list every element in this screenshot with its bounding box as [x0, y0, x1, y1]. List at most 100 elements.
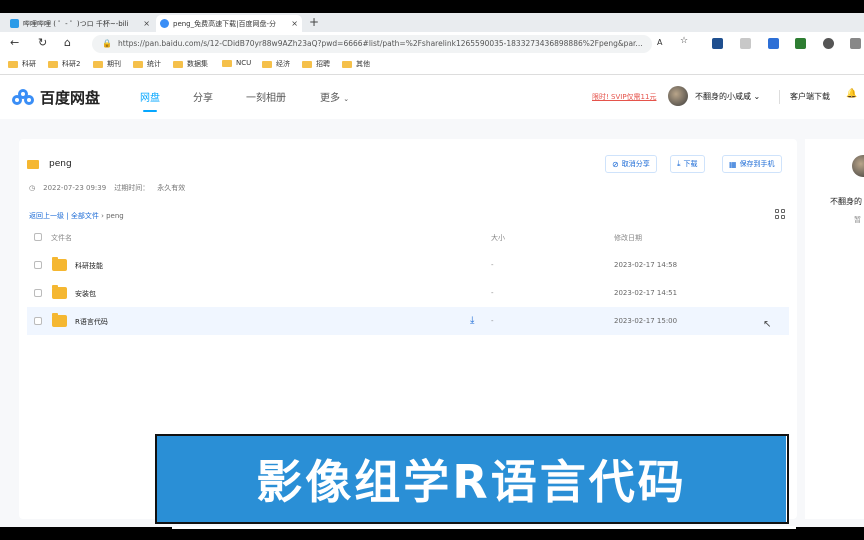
column-name[interactable]: 文件名	[51, 233, 72, 243]
logo[interactable]: 百度网盘	[12, 87, 100, 108]
created-time: 2022-07-23 09:39	[43, 184, 107, 192]
tab-title: peng_免费高速下载|百度网盘-分	[173, 19, 277, 28]
new-tab-button[interactable]: +	[309, 15, 319, 29]
expire-label: 过期时间：	[114, 184, 150, 192]
table-row[interactable]: R语言代码 ⤓ - 2023-02-17 15:00	[27, 307, 789, 335]
chevron-down-icon: ⌄	[343, 95, 350, 103]
close-icon[interactable]: ×	[291, 19, 298, 28]
url-text: https://pan.baidu.com/s/12-CDidB70yr88w9…	[118, 39, 643, 48]
bookmark-item[interactable]: 期刊	[93, 59, 121, 69]
share-title: peng	[27, 159, 72, 169]
favorite-icon[interactable]: ☆	[680, 36, 688, 46]
folder-icon	[302, 60, 312, 68]
cancel-icon: ⊘	[612, 159, 619, 169]
refresh-icon[interactable]: ↻	[38, 36, 47, 49]
username-menu[interactable]: 不翻身的小咸咸 ⌄	[695, 91, 760, 102]
nav-active-indicator	[143, 110, 157, 112]
folder-icon	[27, 159, 39, 169]
nav-more[interactable]: 更多 ⌄	[320, 89, 349, 104]
breadcrumb-all-files[interactable]: 全部文件	[71, 212, 99, 220]
extension-icon[interactable]	[823, 38, 834, 49]
folder-icon	[52, 257, 67, 271]
close-icon[interactable]: ×	[143, 19, 150, 28]
row-checkbox[interactable]	[34, 261, 42, 269]
grid-view-icon[interactable]	[775, 209, 786, 220]
baidu-pan-icon	[160, 19, 169, 28]
address-bar[interactable]: 🔒 https://pan.baidu.com/s/12-CDidB70yr88…	[92, 35, 652, 53]
bookmark-item[interactable]: 招聘	[302, 59, 330, 69]
nav-netdisk[interactable]: 网盘	[140, 89, 160, 104]
table-row[interactable]: 安装包 - 2023-02-17 14:51	[27, 279, 789, 307]
file-date: 2023-02-17 15:00	[614, 317, 678, 325]
file-name[interactable]: 科研技能	[75, 261, 103, 271]
breadcrumb: 返回上一级 | 全部文件 › peng	[29, 212, 124, 220]
folder-icon	[173, 60, 183, 68]
tab-baidu[interactable]: peng_免费高速下载|百度网盘-分 ×	[156, 15, 302, 32]
bookmark-item[interactable]: NCU	[222, 59, 251, 67]
address-row: ← ↻ ⌂ 🔒 https://pan.baidu.com/s/12-CDidB…	[0, 32, 864, 56]
chevron-down-icon: ⌄	[753, 92, 761, 101]
bookmark-item[interactable]: 科研2	[48, 59, 80, 69]
extension-icon[interactable]	[768, 38, 779, 49]
file-size: -	[491, 261, 494, 269]
baidu-pan-logo-icon	[12, 88, 36, 107]
column-size[interactable]: 大小	[491, 233, 505, 243]
download-icon[interactable]: ⤓	[470, 315, 474, 326]
sharer-profile-panel: 不翻身的 暂	[805, 139, 864, 519]
folder-icon	[342, 60, 352, 68]
folder-icon	[48, 60, 58, 68]
folder-icon	[133, 60, 143, 68]
file-name[interactable]: R语言代码	[75, 317, 108, 327]
extension-icon[interactable]	[795, 38, 806, 49]
table-row[interactable]: 科研技能 - 2023-02-17 14:58	[27, 251, 789, 279]
bookmark-item[interactable]: 统计	[133, 59, 161, 69]
bell-icon[interactable]: 🔔	[846, 89, 857, 99]
site-header: 百度网盘 网盘 分享 一刻相册 更多 ⌄ 限时! SVIP仅需11元 不翻身的小…	[0, 75, 864, 119]
folder-icon	[8, 60, 18, 68]
save-to-phone-button[interactable]: ▦ 保存到手机	[722, 155, 782, 173]
breadcrumb-current: peng	[106, 212, 124, 220]
row-checkbox[interactable]	[34, 317, 42, 325]
bookmark-item[interactable]: 其他	[342, 59, 370, 69]
video-caption: 影像组学R语言代码	[157, 436, 786, 522]
back-icon[interactable]: ←	[10, 36, 19, 49]
folder-icon	[52, 313, 67, 327]
caption-text: 影像组学R语言代码	[256, 455, 687, 509]
breadcrumb-back[interactable]: 返回上一级	[29, 212, 64, 220]
sharer-name: 不翻身的	[830, 197, 862, 206]
extension-icon[interactable]	[850, 38, 861, 49]
svip-promo-link[interactable]: 限时! SVIP仅需11元	[592, 92, 656, 102]
download-button[interactable]: ⤓ 下载	[670, 155, 705, 173]
bookmark-item[interactable]: 数据集	[173, 59, 208, 69]
cancel-share-button[interactable]: ⊘ 取消分享	[605, 155, 657, 173]
bookmark-item[interactable]: 科研	[8, 59, 36, 69]
sharer-subtext: 暂	[854, 216, 861, 224]
mouse-cursor-icon: ↖	[763, 319, 772, 330]
nav-share[interactable]: 分享	[193, 89, 213, 104]
download-icon: ⤓	[677, 159, 681, 168]
row-checkbox[interactable]	[34, 289, 42, 297]
folder-icon	[52, 285, 67, 299]
file-size: -	[491, 289, 494, 297]
extension-icon[interactable]	[740, 38, 751, 49]
avatar[interactable]	[852, 155, 864, 177]
nav-album[interactable]: 一刻相册	[246, 89, 286, 104]
clock-icon: ◷	[29, 184, 36, 192]
folder-icon	[222, 59, 232, 67]
caption-underline	[172, 526, 796, 529]
expire-value: 永久有效	[157, 184, 186, 192]
client-download-link[interactable]: 客户端下载	[790, 91, 830, 102]
divider	[779, 90, 780, 104]
tab-strip: 哔哩哔哩 ( ゜- ゜)つロ 千杯~-bili × peng_免费高速下载|百度…	[0, 13, 864, 32]
avatar[interactable]	[668, 86, 688, 106]
tab-bilibili[interactable]: 哔哩哔哩 ( ゜- ゜)つロ 千杯~-bili ×	[6, 15, 154, 32]
column-date[interactable]: 修改日期	[614, 233, 642, 243]
extension-icon[interactable]	[712, 38, 723, 49]
file-name[interactable]: 安装包	[75, 289, 96, 299]
file-date: 2023-02-17 14:51	[614, 289, 678, 297]
reader-icon[interactable]: A	[657, 38, 662, 47]
qrcode-icon: ▦	[729, 159, 737, 169]
select-all-checkbox[interactable]	[34, 233, 42, 241]
bookmark-item[interactable]: 经济	[262, 59, 290, 69]
home-icon[interactable]: ⌂	[64, 36, 71, 49]
